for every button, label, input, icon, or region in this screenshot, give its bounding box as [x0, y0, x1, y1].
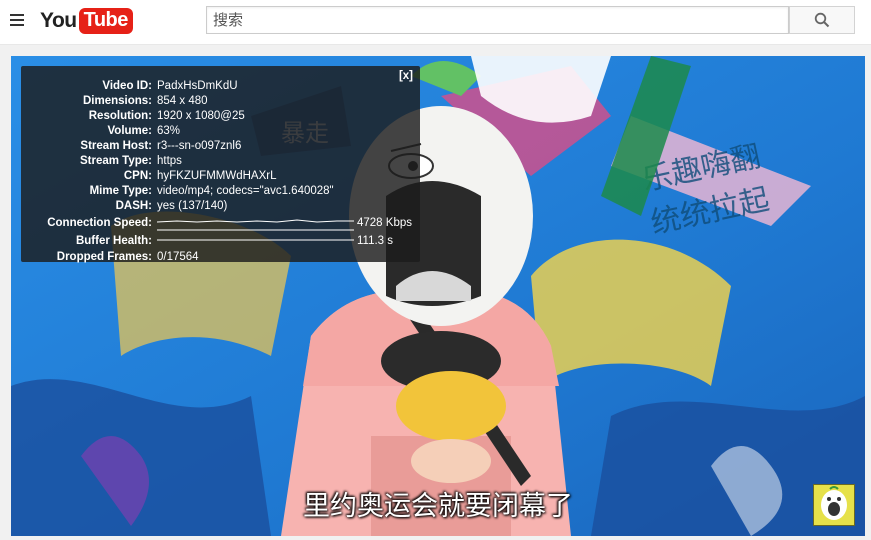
search-input[interactable] [206, 6, 789, 34]
stat-value: r3---sn-o097znl6 [157, 140, 242, 152]
stat-row-cpn: CPN: hyFKZUFMMWdHAXrL [21, 169, 420, 184]
stat-value: 111.3 s [357, 235, 394, 247]
youtube-logo[interactable]: You Tube [40, 7, 133, 35]
stat-value: 0/17564 [157, 251, 199, 263]
stat-value: 1920 x 1080@25 [157, 110, 245, 122]
stat-label: Dimensions: [82, 95, 152, 107]
stat-value: PadxHsDmKdU [157, 80, 238, 92]
logo-you-text: You [40, 9, 77, 32]
stat-value: 4728 Kbps [357, 217, 412, 229]
stat-label: Mime Type: [89, 185, 152, 197]
stat-value: 854 x 480 [157, 95, 208, 107]
masthead: You Tube [0, 0, 871, 45]
stat-row-mime-type: Mime Type: video/mp4; codecs="avc1.64002… [21, 184, 420, 199]
stat-value: https [157, 155, 182, 167]
search-button[interactable] [789, 6, 855, 34]
stat-value: 63% [157, 125, 181, 137]
stat-label: Stream Host: [80, 140, 152, 152]
stat-row-stream-type: Stream Type: https [21, 154, 420, 169]
stat-value: video/mp4; codecs="avc1.640028" [157, 185, 334, 197]
stat-label: Resolution: [88, 110, 152, 122]
search-icon [814, 12, 830, 28]
stat-row-dropped-frames: Dropped Frames: 0/17564 [21, 250, 420, 265]
channel-watermark-icon[interactable] [813, 484, 855, 526]
stat-row-dimensions: Dimensions: 854 x 480 [21, 94, 420, 109]
stat-label: Volume: [107, 125, 152, 137]
stats-for-nerds-panel: [x] Video ID: PadxHsDmKdU Dimensions: 85… [21, 66, 420, 265]
stat-label: Connection Speed: [47, 217, 152, 229]
stat-row-dash: DASH: yes (137/140) [21, 199, 420, 214]
stat-row-resolution: Resolution: 1920 x 1080@25 [21, 109, 420, 124]
stat-label: Dropped Frames: [56, 251, 152, 263]
connection-speed-graph [157, 219, 354, 231]
stat-value: hyFKZUFMMWdHAXrL [157, 170, 277, 182]
stat-row-buffer-health: Buffer Health: 111.3 s [21, 234, 420, 251]
stat-row-volume: Volume: 63% [21, 124, 420, 139]
stat-label: Stream Type: [79, 155, 152, 167]
buffer-health-graph [157, 239, 354, 241]
stat-row-connection-speed: Connection Speed: 4728 Kbps [21, 216, 420, 233]
hamburger-menu-icon[interactable] [10, 14, 24, 28]
stat-value: yes (137/140) [157, 200, 228, 212]
video-player[interactable]: 乐趣嗨翻 统统拉起 暴走 [x] Video I [11, 56, 865, 536]
stat-row-stream-host: Stream Host: r3---sn-o097znl6 [21, 139, 420, 154]
video-subtitle: 里约奥运会就要闭幕了 [303, 491, 573, 522]
stat-label: Video ID: [102, 80, 152, 92]
stat-label: CPN: [123, 170, 152, 182]
logo-tube-text: Tube [78, 8, 133, 34]
stat-label: Buffer Health: [75, 235, 152, 247]
stat-label: DASH: [115, 200, 152, 212]
stat-row-video-id: Video ID: PadxHsDmKdU [21, 79, 420, 94]
